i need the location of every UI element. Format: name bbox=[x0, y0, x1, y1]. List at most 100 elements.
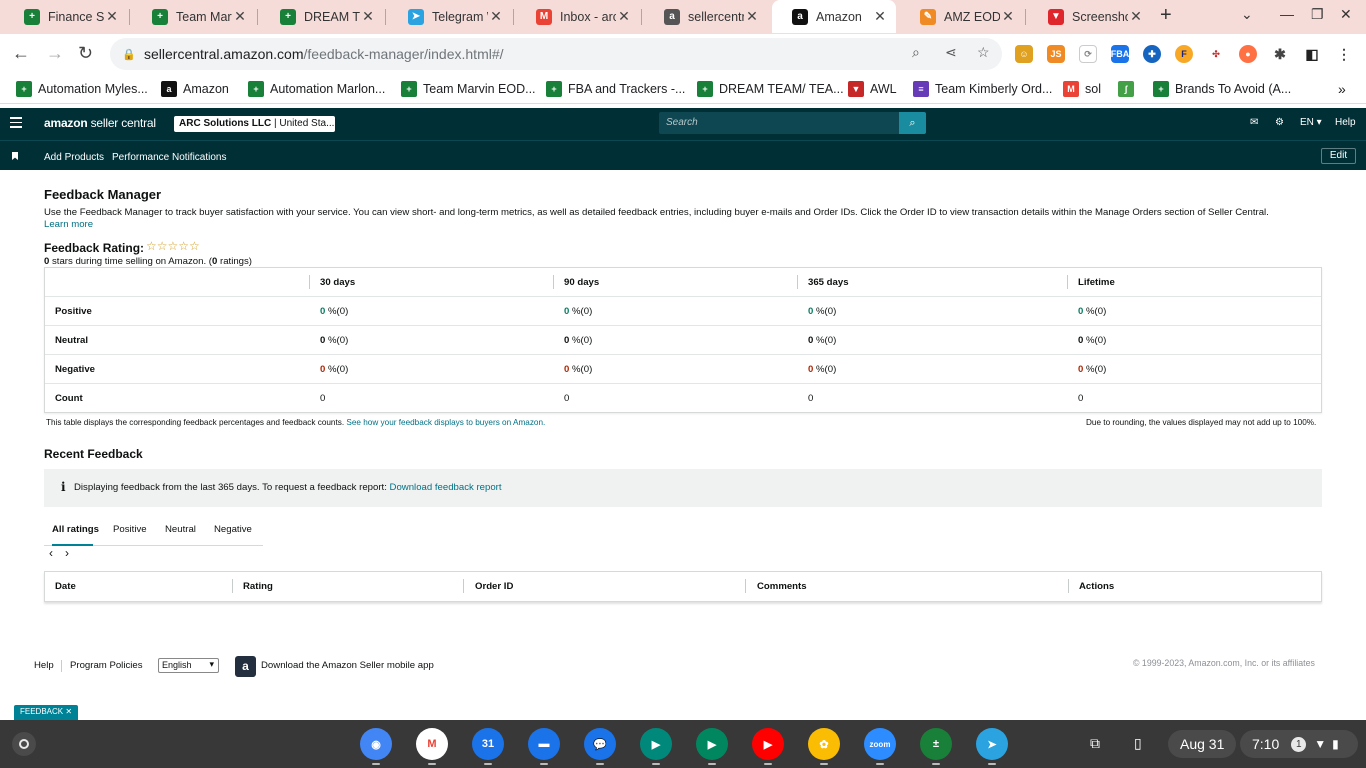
program-policies-link[interactable]: Program Policies bbox=[70, 660, 143, 671]
extension-1-icon[interactable]: ☺ bbox=[1015, 45, 1033, 63]
hamburger-menu-icon[interactable] bbox=[10, 117, 22, 131]
extension-3-icon[interactable]: ⟳ bbox=[1079, 45, 1097, 63]
forward-icon[interactable]: → bbox=[46, 43, 64, 64]
chrome-app-icon[interactable]: ◉ bbox=[360, 728, 392, 760]
browser-tab[interactable]: + Team Marvi✕ bbox=[132, 0, 256, 33]
date-display[interactable]: Aug 31 bbox=[1168, 730, 1237, 758]
browser-tab[interactable]: ➤ Telegram W✕ bbox=[388, 0, 512, 33]
close-tab-icon[interactable]: ✕ bbox=[104, 8, 120, 25]
chevron-right-icon[interactable]: › bbox=[65, 546, 69, 560]
tab-all-ratings[interactable]: All ratings bbox=[52, 524, 99, 535]
launcher-icon[interactable] bbox=[12, 732, 36, 756]
browser-tab[interactable]: + Finance She✕ bbox=[4, 0, 128, 33]
more-bookmarks-icon[interactable]: » bbox=[1338, 81, 1346, 97]
photos-app-icon[interactable]: ✿ bbox=[808, 728, 840, 760]
add-products-link[interactable]: Add Products bbox=[44, 152, 104, 163]
sheets-calc-app-icon[interactable]: ± bbox=[920, 728, 952, 760]
account-switcher[interactable]: ARC Solutions LLC | United Sta... bbox=[174, 116, 335, 132]
buyer-display-link[interactable]: See how your feedback displays to buyers… bbox=[346, 418, 545, 427]
youtube-app-icon[interactable]: ▶ bbox=[752, 728, 784, 760]
telegram-app-icon[interactable]: ➤ bbox=[976, 728, 1008, 760]
tab-neutral[interactable]: Neutral bbox=[165, 524, 196, 535]
close-tab-icon[interactable]: ✕ bbox=[360, 8, 376, 25]
browser-tab[interactable]: a sellercentra✕ bbox=[644, 0, 768, 33]
restore-icon[interactable]: ❐ bbox=[1311, 6, 1324, 23]
bookmark-item[interactable]: ʃ bbox=[1118, 81, 1140, 97]
browser-tab[interactable]: ▼ Screenshot✕ bbox=[1028, 0, 1152, 33]
learn-more-link[interactable]: Learn more bbox=[44, 219, 93, 230]
browser-tab[interactable]: + DREAM TEA✕ bbox=[260, 0, 384, 33]
address-bar[interactable]: 🔒 sellercentral.amazon.com/feedback-mana… bbox=[110, 38, 1002, 70]
close-window-icon[interactable]: ✕ bbox=[1340, 6, 1352, 23]
browser-tab[interactable]: a Amazon ✕ bbox=[772, 0, 896, 33]
calendar-app-icon[interactable]: 31 bbox=[472, 728, 504, 760]
amazon-app-icon[interactable]: a bbox=[235, 656, 256, 677]
bookmark-item[interactable]: + Team Marvin EOD... bbox=[401, 81, 536, 97]
extension-fba-icon[interactable]: FBA bbox=[1111, 45, 1129, 63]
help-link[interactable]: Help bbox=[1335, 117, 1356, 128]
gear-icon[interactable]: ⚙ bbox=[1275, 117, 1284, 128]
language-selector[interactable]: EN ▾ bbox=[1300, 117, 1322, 128]
close-tab-icon[interactable]: ✕ bbox=[1000, 8, 1016, 25]
bookmark-star-icon[interactable]: ☆ bbox=[977, 44, 990, 61]
extension-5-icon[interactable]: ✚ bbox=[1143, 45, 1161, 63]
performance-notifications-link[interactable]: Performance Notifications bbox=[112, 152, 227, 163]
feedback-button[interactable]: FEEDBACK ✕ bbox=[14, 705, 79, 720]
holding-space-icon[interactable]: ⧉ bbox=[1090, 735, 1100, 752]
chevron-left-icon[interactable]: ‹ bbox=[49, 546, 53, 560]
tab-search-icon[interactable]: ⌄ bbox=[1241, 6, 1253, 23]
messages-app-icon[interactable]: 💬 bbox=[584, 728, 616, 760]
new-tab-button[interactable]: + bbox=[1160, 4, 1172, 27]
bookmark-item[interactable]: + FBA and Trackers -... bbox=[546, 81, 685, 97]
edit-shortcuts-button[interactable]: Edit bbox=[1321, 148, 1356, 164]
tab-separator bbox=[1025, 9, 1026, 25]
bookmark-item[interactable]: + Automation Marlon... bbox=[248, 81, 385, 97]
menu-kebab-icon[interactable]: ⋮ bbox=[1335, 45, 1353, 63]
tab-negative[interactable]: Negative bbox=[214, 524, 252, 535]
browser-tab[interactable]: M Inbox - arc2✕ bbox=[516, 0, 640, 33]
download-app-link[interactable]: Download the Amazon Seller mobile app bbox=[261, 660, 434, 671]
lock-icon[interactable]: 🔒 bbox=[122, 48, 136, 61]
bookmark-item[interactable]: a Amazon bbox=[161, 81, 229, 97]
files-app-icon[interactable]: ▬ bbox=[528, 728, 560, 760]
extension-js-icon[interactable]: JS bbox=[1047, 45, 1065, 63]
extension-7-icon[interactable]: ✣ bbox=[1207, 45, 1225, 63]
zoom-app-icon[interactable]: zoom bbox=[864, 728, 896, 760]
side-panel-icon[interactable]: ◧ bbox=[1303, 45, 1321, 63]
share-icon[interactable]: ⋖ bbox=[945, 44, 957, 61]
footer-help-link[interactable]: Help bbox=[34, 660, 54, 671]
phone-hub-icon[interactable]: ▯ bbox=[1134, 735, 1142, 752]
bookmark-item[interactable]: + Automation Myles... bbox=[16, 81, 148, 97]
extensions-puzzle-icon[interactable]: ✱ bbox=[1271, 45, 1289, 63]
bookmark-item[interactable]: + DREAM TEAM/ TEA... bbox=[697, 81, 844, 97]
close-tab-icon[interactable]: ✕ bbox=[488, 8, 504, 25]
minimize-icon[interactable]: — bbox=[1280, 6, 1294, 22]
close-tab-icon[interactable]: ✕ bbox=[1128, 8, 1144, 25]
download-feedback-report-link[interactable]: Download feedback report bbox=[390, 482, 502, 493]
play-store-app-icon[interactable]: ▶ bbox=[696, 728, 728, 760]
mail-icon[interactable]: ✉ bbox=[1250, 117, 1258, 128]
browser-tab[interactable]: ✎ AMZ EOD R✕ bbox=[900, 0, 1024, 33]
close-tab-icon[interactable]: ✕ bbox=[744, 8, 760, 25]
back-icon[interactable]: ← bbox=[12, 43, 30, 64]
gmail-app-icon[interactable]: M bbox=[416, 728, 448, 760]
close-tab-icon[interactable]: ✕ bbox=[616, 8, 632, 25]
bookmark-item[interactable]: ▼ AWL bbox=[848, 81, 897, 97]
close-tab-icon[interactable]: ✕ bbox=[232, 8, 248, 25]
close-tab-icon[interactable]: ✕ bbox=[872, 8, 888, 25]
bookmark-item[interactable]: Msol bbox=[1063, 81, 1101, 97]
bookmark-item[interactable]: ≡ Team Kimberly Ord... bbox=[913, 81, 1052, 97]
meet-app-icon[interactable]: ▶ bbox=[640, 728, 672, 760]
bookmark-item[interactable]: + Brands To Avoid (A... bbox=[1153, 81, 1291, 97]
tab-positive[interactable]: Positive bbox=[113, 524, 147, 535]
extension-8-icon[interactable]: ● bbox=[1239, 45, 1257, 63]
seller-search-input[interactable]: Search bbox=[659, 112, 899, 134]
search-icon[interactable]: ⌕ bbox=[899, 112, 926, 134]
reload-icon[interactable]: ↻ bbox=[78, 43, 93, 64]
extension-6-icon[interactable]: F bbox=[1175, 45, 1193, 63]
zoom-icon[interactable]: ⌕ bbox=[912, 44, 920, 61]
seller-central-logo[interactable]: amazon seller central bbox=[44, 116, 156, 130]
footer-language-select[interactable]: English ▾ bbox=[158, 658, 219, 673]
system-tray[interactable]: 7:10 1 ▼ ▮ bbox=[1240, 730, 1358, 758]
bookmark-icon[interactable] bbox=[12, 152, 18, 160]
